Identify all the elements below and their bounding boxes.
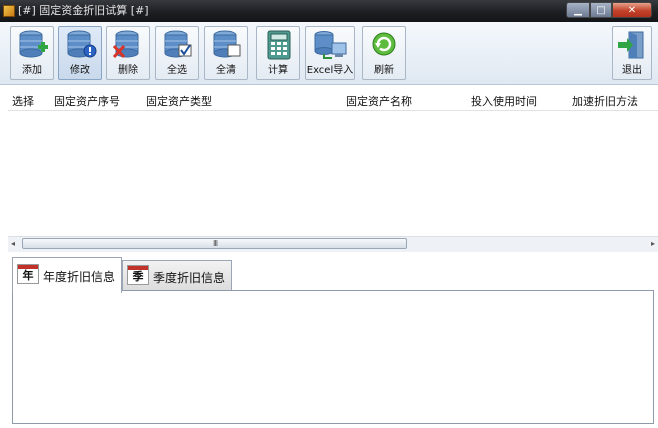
maximize-button[interactable]: □ [590, 2, 612, 18]
column-header-in-service-date[interactable]: 投入使用时间 [471, 93, 537, 109]
column-header-asset-type[interactable]: 固定资产类型 [146, 93, 212, 109]
database-clear-icon [213, 30, 241, 58]
exit-button[interactable]: 退出 [612, 26, 652, 80]
delete-button[interactable]: 删除 [106, 26, 150, 80]
calculate-button[interactable]: 计算 [256, 26, 300, 80]
select-all-button[interactable]: 全选 [155, 26, 199, 80]
calendar-year-icon: 年 [17, 264, 39, 284]
horizontal-scrollbar[interactable]: ◂ III ▸ [8, 236, 658, 253]
add-button-label: 添加 [22, 65, 42, 76]
window-title: [#] 固定资金折旧试算 [#] [18, 4, 149, 17]
calculate-button-label: 计算 [268, 65, 288, 76]
toolbar: 添加 修改 删除 全选 全清 计算 Excel导入 刷新 退出 [0, 22, 658, 85]
minimize-icon: ▁ [574, 4, 582, 16]
database-delete-icon [113, 30, 139, 59]
excel-import-icon [314, 31, 347, 59]
clear-all-button-label: 全清 [216, 65, 236, 76]
refresh-button-label: 刷新 [374, 65, 394, 76]
maximize-icon: □ [596, 4, 606, 16]
window-controls: ▁ □ ✕ [566, 2, 652, 18]
asset-table-header: 选择 固定资产序号 固定资产类型 固定资产名称 投入使用时间 加速折旧方法 [8, 88, 658, 111]
app-icon [3, 5, 15, 17]
database-add-icon [19, 30, 48, 58]
calendar-quarter-icon: 季 [127, 265, 149, 285]
refresh-icon [372, 32, 396, 56]
database-check-icon [164, 30, 192, 58]
asset-table-body[interactable] [8, 111, 658, 236]
title-bar: [#] 固定资金折旧试算 [#] ▁ □ ✕ [0, 0, 658, 22]
scroll-left-icon[interactable]: ◂ [11, 239, 15, 248]
excel-import-button-label: Excel导入 [306, 65, 354, 76]
edit-button-label: 修改 [70, 65, 90, 76]
column-header-select[interactable]: 选择 [12, 93, 34, 109]
calendar-year-char: 年 [22, 269, 34, 282]
edit-button[interactable]: 修改 [58, 26, 102, 80]
scrollbar-thumb[interactable]: III [22, 238, 407, 249]
minimize-button[interactable]: ▁ [566, 2, 590, 18]
tab-quarterly-depreciation[interactable]: 季 季度折旧信息 [122, 260, 232, 291]
exit-door-icon [618, 31, 644, 59]
excel-import-button[interactable]: Excel导入 [305, 26, 355, 80]
delete-button-label: 删除 [118, 65, 138, 76]
column-header-asset-name[interactable]: 固定资产名称 [346, 93, 412, 109]
tab-annual-depreciation[interactable]: 年 年度折旧信息 [12, 257, 122, 293]
close-button[interactable]: ✕ [612, 2, 652, 18]
calendar-quarter-char: 季 [132, 270, 144, 283]
refresh-button[interactable]: 刷新 [362, 26, 406, 80]
tab-strip: 年 年度折旧信息 季 季度折旧信息 [8, 252, 658, 293]
close-icon: ✕ [627, 4, 637, 16]
scroll-right-icon[interactable]: ▸ [651, 239, 655, 248]
database-edit-icon [67, 30, 97, 58]
depreciation-info-panel [12, 290, 654, 424]
add-button[interactable]: 添加 [10, 26, 54, 80]
clear-all-button[interactable]: 全清 [204, 26, 248, 80]
select-all-button-label: 全选 [167, 65, 187, 76]
column-header-depreciation-method[interactable]: 加速折旧方法 [572, 93, 638, 109]
tab-annual-label: 年度折旧信息 [43, 270, 116, 284]
exit-button-label: 退出 [622, 65, 642, 76]
calculator-icon [267, 30, 291, 60]
column-header-asset-number[interactable]: 固定资产序号 [54, 93, 120, 109]
tab-quarterly-label: 季度折旧信息 [153, 271, 226, 285]
scrollbar-grip-icon: III [213, 239, 218, 248]
